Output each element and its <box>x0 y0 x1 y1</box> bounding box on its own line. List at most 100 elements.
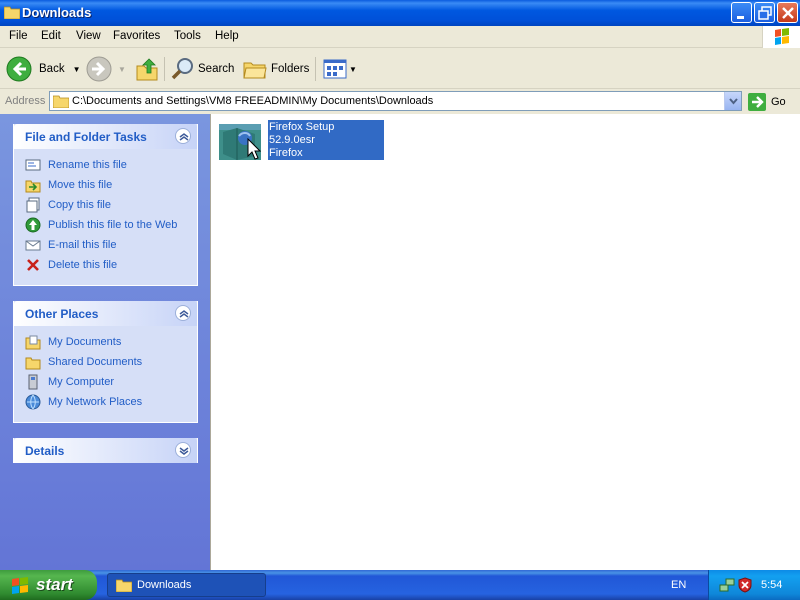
title-bar[interactable]: Downloads <box>0 0 800 26</box>
restore-button[interactable] <box>754 2 775 23</box>
place-label: My Computer <box>48 376 115 388</box>
go-arrow-icon <box>748 93 766 111</box>
task-label: Delete this file <box>48 259 118 271</box>
file-label[interactable]: Firefox Setup 52.9.0esr Firefox Mozilla <box>268 120 384 172</box>
task-pane: File and Folder Tasks Rename this file M… <box>0 114 210 570</box>
task-move[interactable]: Move this file <box>14 175 197 195</box>
file-name: Firefox Setup 52.9.0esr <box>269 121 335 146</box>
toolbar-separator <box>164 57 165 81</box>
menu-view[interactable]: View <box>76 30 101 42</box>
forward-dropdown-icon: ▼ <box>118 64 126 74</box>
publish-icon <box>25 217 41 233</box>
file-company: Mozilla <box>269 160 304 172</box>
task-label: Move this file <box>48 179 113 191</box>
views-button[interactable]: ▼ <box>323 55 357 83</box>
file-item[interactable]: Firefox Setup 52.9.0esr Firefox Mozilla <box>219 120 389 172</box>
menu-edit[interactable]: Edit <box>41 30 61 42</box>
minimize-button[interactable] <box>731 2 752 23</box>
collapse-chevron-icon[interactable] <box>175 305 191 321</box>
other-places-panel: Other Places My Documents Shared Documen… <box>13 301 198 423</box>
task-label: Copy this file <box>48 199 111 211</box>
expand-chevron-icon[interactable] <box>175 442 191 458</box>
place-label: My Network Places <box>48 396 143 408</box>
file-folder-tasks-panel: File and Folder Tasks Rename this file M… <box>13 124 198 286</box>
back-arrow-icon <box>6 56 32 82</box>
security-shield-icon[interactable] <box>737 577 753 593</box>
panel-title: Details <box>25 444 65 458</box>
delete-icon <box>27 259 39 271</box>
go-button[interactable]: Go <box>748 93 786 111</box>
folders-label: Folders <box>271 63 310 75</box>
move-icon <box>25 180 41 193</box>
folders-icon <box>243 62 267 79</box>
clock: 5:54 <box>761 579 783 591</box>
rename-icon <box>25 159 41 171</box>
place-my-documents[interactable]: My Documents <box>14 332 197 352</box>
menu-help[interactable]: Help <box>215 30 239 42</box>
folder-icon <box>116 579 132 592</box>
language-indicator[interactable]: EN <box>671 579 686 591</box>
folder-icon <box>3 5 21 20</box>
collapse-chevron-icon[interactable] <box>175 128 191 144</box>
address-label: Address <box>5 95 46 107</box>
address-dropdown-button[interactable] <box>724 92 741 110</box>
address-path: C:\Documents and Settings\VM8 FREEADMIN\… <box>72 95 434 107</box>
taskbar: start Downloads EN 5:54 <box>0 570 800 600</box>
task-label: Rename this file <box>48 159 127 171</box>
up-folder-button[interactable] <box>135 55 159 83</box>
toolbar-separator <box>315 57 316 81</box>
folder-icon <box>25 357 41 370</box>
forward-button[interactable]: ▼ <box>86 55 126 83</box>
email-icon <box>25 240 41 251</box>
task-label: E-mail this file <box>48 239 117 251</box>
system-tray: 5:54 <box>708 570 800 600</box>
search-button[interactable]: Search <box>170 55 234 83</box>
taskbar-item-downloads[interactable]: Downloads <box>107 573 266 597</box>
panel-header[interactable]: Details <box>14 438 197 463</box>
toolbar: Back ▼ ▼ Search Folders ▼ <box>0 49 800 89</box>
task-rename[interactable]: Rename this file <box>14 155 197 175</box>
place-network[interactable]: My Network Places <box>14 392 197 412</box>
menu-favorites[interactable]: Favorites <box>113 30 160 42</box>
explorer-window: Downloads File Edit View Favorites Tools… <box>0 0 800 570</box>
menu-file[interactable]: File <box>9 30 28 42</box>
place-my-computer[interactable]: My Computer <box>14 372 197 392</box>
file-list[interactable]: Firefox Setup 52.9.0esr Firefox Mozilla <box>210 114 800 570</box>
windows-flag-icon <box>12 577 28 594</box>
back-dropdown-icon[interactable]: ▼ <box>73 65 81 74</box>
my-computer-icon <box>28 374 38 390</box>
mouse-pointer-icon <box>247 137 262 160</box>
my-documents-icon <box>25 335 41 350</box>
task-delete[interactable]: Delete this file <box>14 255 197 275</box>
views-dropdown-icon: ▼ <box>349 64 357 74</box>
task-email[interactable]: E-mail this file <box>14 235 197 255</box>
panel-header[interactable]: File and Folder Tasks <box>14 124 197 149</box>
network-tray-icon[interactable] <box>719 577 735 593</box>
views-icon <box>323 59 347 79</box>
start-button[interactable]: start <box>0 570 97 600</box>
window-title: Downloads <box>22 5 92 20</box>
address-input[interactable]: C:\Documents and Settings\VM8 FREEADMIN\… <box>49 91 742 111</box>
task-copy[interactable]: Copy this file <box>14 195 197 215</box>
task-label: Downloads <box>137 579 192 591</box>
back-button[interactable]: Back ▼ <box>6 55 81 83</box>
folders-button[interactable]: Folders <box>243 55 309 83</box>
search-label: Search <box>198 63 235 75</box>
panel-header[interactable]: Other Places <box>14 301 197 326</box>
task-publish[interactable]: Publish this file to the Web <box>14 215 197 235</box>
menu-bar: File Edit View Favorites Tools Help <box>0 26 800 48</box>
panel-title: Other Places <box>25 307 99 321</box>
close-button[interactable] <box>777 2 798 23</box>
search-icon <box>171 58 193 80</box>
place-label: My Documents <box>48 336 122 348</box>
forward-arrow-icon <box>86 56 112 82</box>
details-panel: Details <box>13 438 198 463</box>
place-label: Shared Documents <box>48 356 143 368</box>
network-icon <box>25 394 41 410</box>
place-shared-documents[interactable]: Shared Documents <box>14 352 197 372</box>
menu-tools[interactable]: Tools <box>174 30 201 42</box>
address-bar: Address C:\Documents and Settings\VM8 FR… <box>0 90 800 113</box>
copy-icon <box>26 197 40 213</box>
file-description: Firefox <box>269 147 303 159</box>
go-label: Go <box>771 96 786 108</box>
